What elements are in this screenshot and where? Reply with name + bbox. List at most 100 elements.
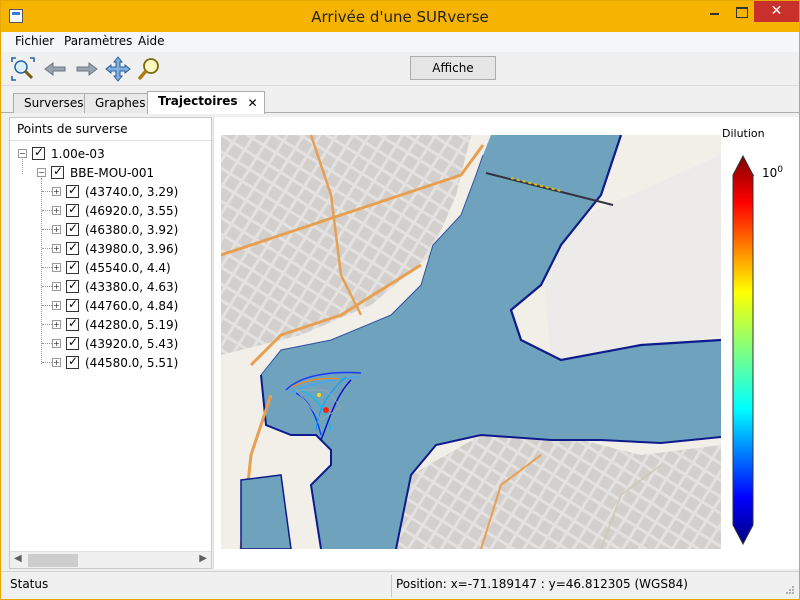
toolbar: Affiche [1, 52, 799, 86]
tree-node-station[interactable]: − BBE-MOU-001 [37, 163, 154, 182]
tree-line [42, 343, 52, 344]
tree-node-point[interactable]: + (43380.0, 4.63) [52, 277, 178, 296]
trajectory-map[interactable] [221, 135, 721, 549]
affiche-button[interactable]: Affiche [410, 56, 496, 80]
tree-node-label: (43380.0, 4.63) [85, 279, 179, 294]
checkbox[interactable] [51, 164, 64, 179]
window-title: Arrivée d'une SURverse [311, 8, 489, 26]
scroll-left-icon[interactable]: ◀ [14, 553, 22, 564]
checkbox[interactable] [66, 354, 79, 369]
tree-node-point[interactable]: + (43920.0, 5.43) [52, 334, 178, 353]
horizontal-scrollbar[interactable]: ◀ ▶ [10, 551, 211, 568]
pan-icon[interactable] [104, 55, 132, 83]
tab-label: Trajectoires [158, 94, 238, 108]
tree-node-label: (43740.0, 3.29) [85, 184, 179, 199]
scroll-thumb[interactable] [28, 554, 78, 567]
tree-node-label: (44580.0, 5.51) [85, 355, 179, 370]
zoom-extent-icon[interactable] [9, 55, 37, 83]
checkbox[interactable] [32, 145, 45, 160]
menu-bar: Fichier Paramètres Aide [1, 32, 799, 52]
zoom-magnifier-icon[interactable] [135, 55, 163, 83]
tab-trajectoires[interactable]: Trajectoires ✕ [147, 91, 265, 114]
checkbox[interactable] [66, 259, 79, 274]
tree-node-point[interactable]: + (43740.0, 3.29) [52, 182, 178, 201]
menu-fichier[interactable]: Fichier [15, 34, 54, 48]
tree-node-point[interactable]: + (45540.0, 4.4) [52, 258, 171, 277]
tree-node-label: (46380.0, 3.92) [85, 222, 179, 237]
colorbar-tick-exponent: 0 [777, 165, 784, 175]
tree-line [42, 286, 52, 287]
cursor-position: Position: x=-71.189147 : y=46.812305 (WG… [396, 577, 688, 591]
expand-icon[interactable]: + [52, 263, 61, 272]
checkbox[interactable] [66, 221, 79, 236]
status-text: Status [10, 577, 49, 591]
tree-line [42, 267, 52, 268]
tab-bar: Surverses Graphes Trajectoires ✕ [1, 89, 799, 114]
tree-line [42, 229, 52, 230]
tree-node-label: (44280.0, 5.19) [85, 317, 179, 332]
scroll-right-icon[interactable]: ▶ [199, 553, 207, 564]
checkbox[interactable] [66, 335, 79, 350]
checkbox[interactable] [66, 278, 79, 293]
expand-icon[interactable]: + [52, 187, 61, 196]
trajectory-tree-panel: Points de surverse − 1.00e-03 − BBE-MOU-… [9, 117, 212, 569]
tab-graphes[interactable]: Graphes [84, 93, 157, 113]
tree-node-label: (43920.0, 5.43) [85, 336, 179, 351]
maximize-button[interactable] [728, 1, 754, 22]
tab-surverses[interactable]: Surverses [13, 93, 95, 113]
checkbox[interactable] [66, 202, 79, 217]
expand-icon[interactable]: + [52, 301, 61, 310]
checkbox[interactable] [66, 183, 79, 198]
forward-arrow-icon[interactable] [73, 55, 101, 83]
tree-node-point[interactable]: + (44580.0, 5.51) [52, 353, 178, 372]
menu-parametres[interactable]: Paramètres [64, 34, 132, 48]
tree-line [42, 191, 52, 192]
tree-line [42, 210, 52, 211]
tab-label: Surverses [24, 96, 84, 110]
checkbox[interactable] [66, 316, 79, 331]
expand-icon[interactable]: + [52, 244, 61, 253]
title-bar[interactable]: Arrivée d'une SURverse ✕ [1, 1, 799, 32]
expand-icon[interactable]: + [52, 358, 61, 367]
tree-node-point[interactable]: + (46920.0, 3.55) [52, 201, 178, 220]
tree-node-label: BBE-MOU-001 [70, 165, 155, 180]
status-separator [391, 575, 392, 597]
expand-icon[interactable]: + [52, 225, 61, 234]
tree-node-label: (46920.0, 3.55) [85, 203, 179, 218]
tree-line [41, 178, 42, 364]
collapse-icon[interactable]: − [18, 149, 27, 158]
tree-node-point[interactable]: + (46380.0, 3.92) [52, 220, 178, 239]
status-bar: Status Position: x=-71.189147 : y=46.812… [1, 571, 799, 599]
tree-node-label: (45540.0, 4.4) [85, 260, 171, 275]
tree-node-point[interactable]: + (43980.0, 3.96) [52, 239, 178, 258]
back-arrow-icon[interactable] [41, 55, 69, 83]
expand-icon[interactable]: + [52, 320, 61, 329]
dilution-colorbar [732, 155, 754, 545]
app-window: Arrivée d'une SURverse ✕ Fichier Paramèt… [0, 0, 800, 600]
tree-line [42, 305, 52, 306]
resize-grip-icon[interactable] [785, 585, 795, 595]
tree-node-root[interactable]: − 1.00e-03 [18, 144, 105, 163]
expand-icon[interactable]: + [52, 282, 61, 291]
checkbox[interactable] [66, 240, 79, 255]
minimize-button[interactable] [701, 1, 727, 22]
colorbar-label: Dilution [722, 127, 765, 140]
tree-line [42, 362, 52, 363]
close-button[interactable]: ✕ [754, 1, 799, 22]
tree-node-label: 1.00e-03 [51, 146, 105, 161]
colorbar-tick: 100 [762, 165, 783, 180]
expand-icon[interactable]: + [52, 339, 61, 348]
tab-close-icon[interactable]: ✕ [247, 94, 257, 112]
tree-node-label: (44760.0, 4.84) [85, 298, 179, 313]
collapse-icon[interactable]: − [37, 168, 46, 177]
colorbar-tick-base: 10 [762, 166, 778, 180]
tab-label: Graphes [95, 96, 146, 110]
checkbox[interactable] [66, 297, 79, 312]
menu-aide[interactable]: Aide [138, 34, 165, 48]
expand-icon[interactable]: + [52, 206, 61, 215]
tree-node-point[interactable]: + (44760.0, 4.84) [52, 296, 178, 315]
tree-line [42, 248, 52, 249]
tree-header: Points de surverse [10, 118, 211, 141]
tree-node-point[interactable]: + (44280.0, 5.19) [52, 315, 178, 334]
tree-line [42, 324, 52, 325]
